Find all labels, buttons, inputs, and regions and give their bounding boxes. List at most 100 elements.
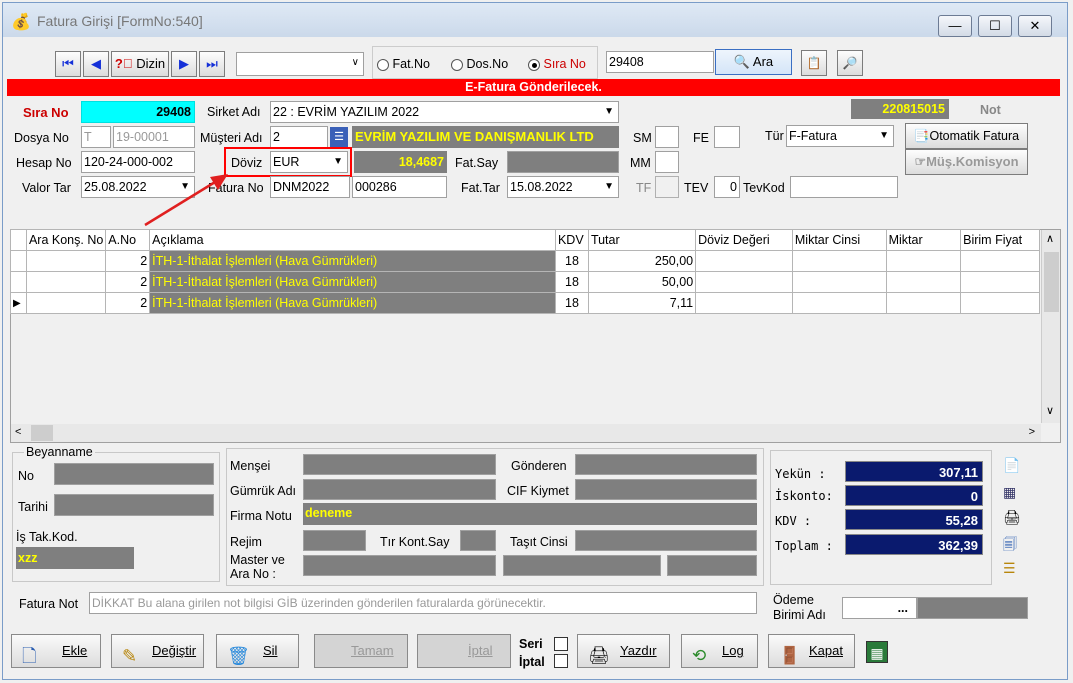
scroll-thumb[interactable] xyxy=(1044,252,1059,312)
minimize-button[interactable]: — xyxy=(938,15,972,37)
column-header[interactable]: Miktar xyxy=(885,229,962,251)
ekle-button[interactable]: 🗋 Ekle xyxy=(11,634,101,668)
cell[interactable]: 7,11 xyxy=(587,292,697,314)
preview-icon[interactable]: 🔎 xyxy=(837,50,863,76)
cell[interactable] xyxy=(25,292,107,314)
next-record-button[interactable]: ▶ xyxy=(171,51,197,77)
row-indicator[interactable] xyxy=(10,250,27,272)
vertical-scrollbar[interactable]: ∧ ∨ xyxy=(1041,230,1060,423)
pages-icon[interactable]: 🗐 xyxy=(1003,534,1017,558)
column-header[interactable]: Açıklama xyxy=(149,229,556,251)
cell[interactable]: 250,00 xyxy=(587,250,697,272)
cell[interactable] xyxy=(695,292,793,314)
lookup-list-icon[interactable]: ☰ xyxy=(330,127,348,147)
current-row-pointer-icon[interactable]: ▶ xyxy=(10,292,27,314)
iptal-checkbox[interactable] xyxy=(554,654,568,668)
cell[interactable]: 50,00 xyxy=(587,271,697,293)
maximize-button[interactable]: ☐ xyxy=(978,15,1012,37)
dosya-no-field[interactable]: 19-00001 xyxy=(113,126,195,148)
column-header[interactable]: KDV xyxy=(554,229,589,251)
cell[interactable] xyxy=(885,250,962,272)
scroll-down-icon[interactable]: ∨ xyxy=(1046,404,1054,417)
fattar-date-combo[interactable]: 15.08.2022 ▼ xyxy=(507,176,619,198)
kapat-button[interactable]: 🚪 Kapat xyxy=(768,634,855,668)
musteri-code-field[interactable]: 2 xyxy=(270,126,328,148)
scroll-left-icon[interactable]: < xyxy=(15,426,21,438)
cell[interactable] xyxy=(695,271,793,293)
cell[interactable]: İTH-1-İthalat İşlemleri (Hava Gümrükleri… xyxy=(149,250,556,272)
radio-fatno[interactable]: Fat.No xyxy=(377,57,430,71)
sira-no-field[interactable]: 29408 xyxy=(81,101,195,123)
mm-field[interactable] xyxy=(655,151,679,173)
cell[interactable] xyxy=(960,271,1040,293)
column-header[interactable]: Tutar xyxy=(587,229,697,251)
prev-record-button[interactable]: ◀ xyxy=(83,51,109,77)
otomatik-fatura-button[interactable]: 📑Otomatik Fatura xyxy=(905,123,1028,149)
cell[interactable] xyxy=(25,271,107,293)
calculator-icon[interactable]: ▦ xyxy=(866,641,888,663)
cell[interactable] xyxy=(885,292,962,314)
table-row[interactable]: 2 İTH-1-İthalat İşlemleri (Hava Gümrükle… xyxy=(10,271,1040,293)
cell[interactable]: 2 xyxy=(105,292,151,314)
seri-checkbox[interactable] xyxy=(554,637,568,651)
cell[interactable] xyxy=(25,250,107,272)
cell[interactable] xyxy=(960,292,1040,314)
cell[interactable] xyxy=(885,271,962,293)
radio-sirano[interactable]: Sıra No xyxy=(528,57,586,71)
tevkod-field[interactable] xyxy=(790,176,898,198)
odeme-lookup-button[interactable]: ... xyxy=(842,597,917,619)
sirket-combo[interactable]: 22 : EVRİM YAZILIM 2022 ▼ xyxy=(270,101,619,123)
close-button[interactable]: ✕ xyxy=(1018,15,1052,37)
scroll-right-icon[interactable]: > xyxy=(1029,426,1035,438)
ara-button[interactable]: 🔍 Ara xyxy=(715,49,792,75)
copy-icon[interactable]: 📋 xyxy=(801,50,827,76)
list-icon[interactable]: ☰ xyxy=(1003,560,1016,577)
select-grid-icon[interactable]: ▦ xyxy=(1003,484,1016,501)
h-scroll-thumb[interactable] xyxy=(31,425,53,441)
degistir-button[interactable]: ✎ Değiştir xyxy=(111,634,204,668)
filter-combo[interactable]: ∨ xyxy=(236,52,364,76)
cell[interactable]: 2 xyxy=(105,271,151,293)
fatura-not-field[interactable]: DİKKAT Bu alana girilen not bilgisi GİB … xyxy=(89,592,757,614)
cell[interactable] xyxy=(695,250,793,272)
yazdir-button[interactable]: 🖨 Yazdır xyxy=(577,634,670,668)
iptal-button[interactable]: İptal xyxy=(417,634,511,668)
cell[interactable] xyxy=(791,271,887,293)
fe-field[interactable] xyxy=(714,126,740,148)
first-record-button[interactable]: ⏮ xyxy=(55,51,81,77)
last-record-button[interactable]: ⏭ xyxy=(199,51,225,77)
cell[interactable] xyxy=(791,250,887,272)
column-header[interactable]: Ara Konş. No xyxy=(25,229,107,251)
column-header[interactable]: Miktar Cinsi xyxy=(791,229,887,251)
row-indicator[interactable] xyxy=(10,271,27,293)
search-input[interactable]: 29408 xyxy=(606,51,714,73)
tur-combo[interactable]: F-Fatura ▼ xyxy=(786,125,894,147)
sil-button[interactable]: 🗑 Sil xyxy=(216,634,299,668)
sm-field[interactable] xyxy=(655,126,679,148)
cell[interactable]: İTH-1-İthalat İşlemleri (Hava Gümrükleri… xyxy=(149,271,556,293)
column-header[interactable]: A.No xyxy=(105,229,151,251)
faturano-prefix-field[interactable]: DNM2022 xyxy=(270,176,350,198)
column-header[interactable]: Birim Fiyat xyxy=(960,229,1040,251)
horizontal-scrollbar[interactable]: < > xyxy=(11,424,1041,442)
cell[interactable]: 18 xyxy=(554,250,589,272)
cell[interactable] xyxy=(960,250,1040,272)
cell[interactable] xyxy=(791,292,887,314)
cell[interactable]: 18 xyxy=(554,292,589,314)
faturano-field[interactable]: 000286 xyxy=(352,176,447,198)
table-row[interactable]: ▶ 2 İTH-1-İthalat İşlemleri (Hava Gümrük… xyxy=(10,292,1040,314)
tev-field[interactable]: 0 xyxy=(714,176,740,198)
column-header[interactable]: Döviz Değeri xyxy=(695,229,793,251)
printer-icon[interactable]: 🖨 xyxy=(1003,509,1021,526)
tamam-button[interactable]: Tamam xyxy=(314,634,408,668)
scroll-up-icon[interactable]: ∧ xyxy=(1046,232,1054,245)
dizin-button[interactable]: ?⃞ Dizin xyxy=(111,51,169,77)
log-button[interactable]: ⟲ Log xyxy=(681,634,758,668)
cell[interactable]: İTH-1-İthalat İşlemleri (Hava Gümrükleri… xyxy=(149,292,556,314)
add-document-icon[interactable]: 📄 xyxy=(1003,457,1020,474)
cell[interactable]: 2 xyxy=(105,250,151,272)
cell[interactable]: 18 xyxy=(554,271,589,293)
table-row[interactable]: 2 İTH-1-İthalat İşlemleri (Hava Gümrükle… xyxy=(10,250,1040,272)
musteri-komisyon-button[interactable]: ☞Müş.Komisyon xyxy=(905,149,1028,175)
tf-field[interactable] xyxy=(655,176,679,198)
